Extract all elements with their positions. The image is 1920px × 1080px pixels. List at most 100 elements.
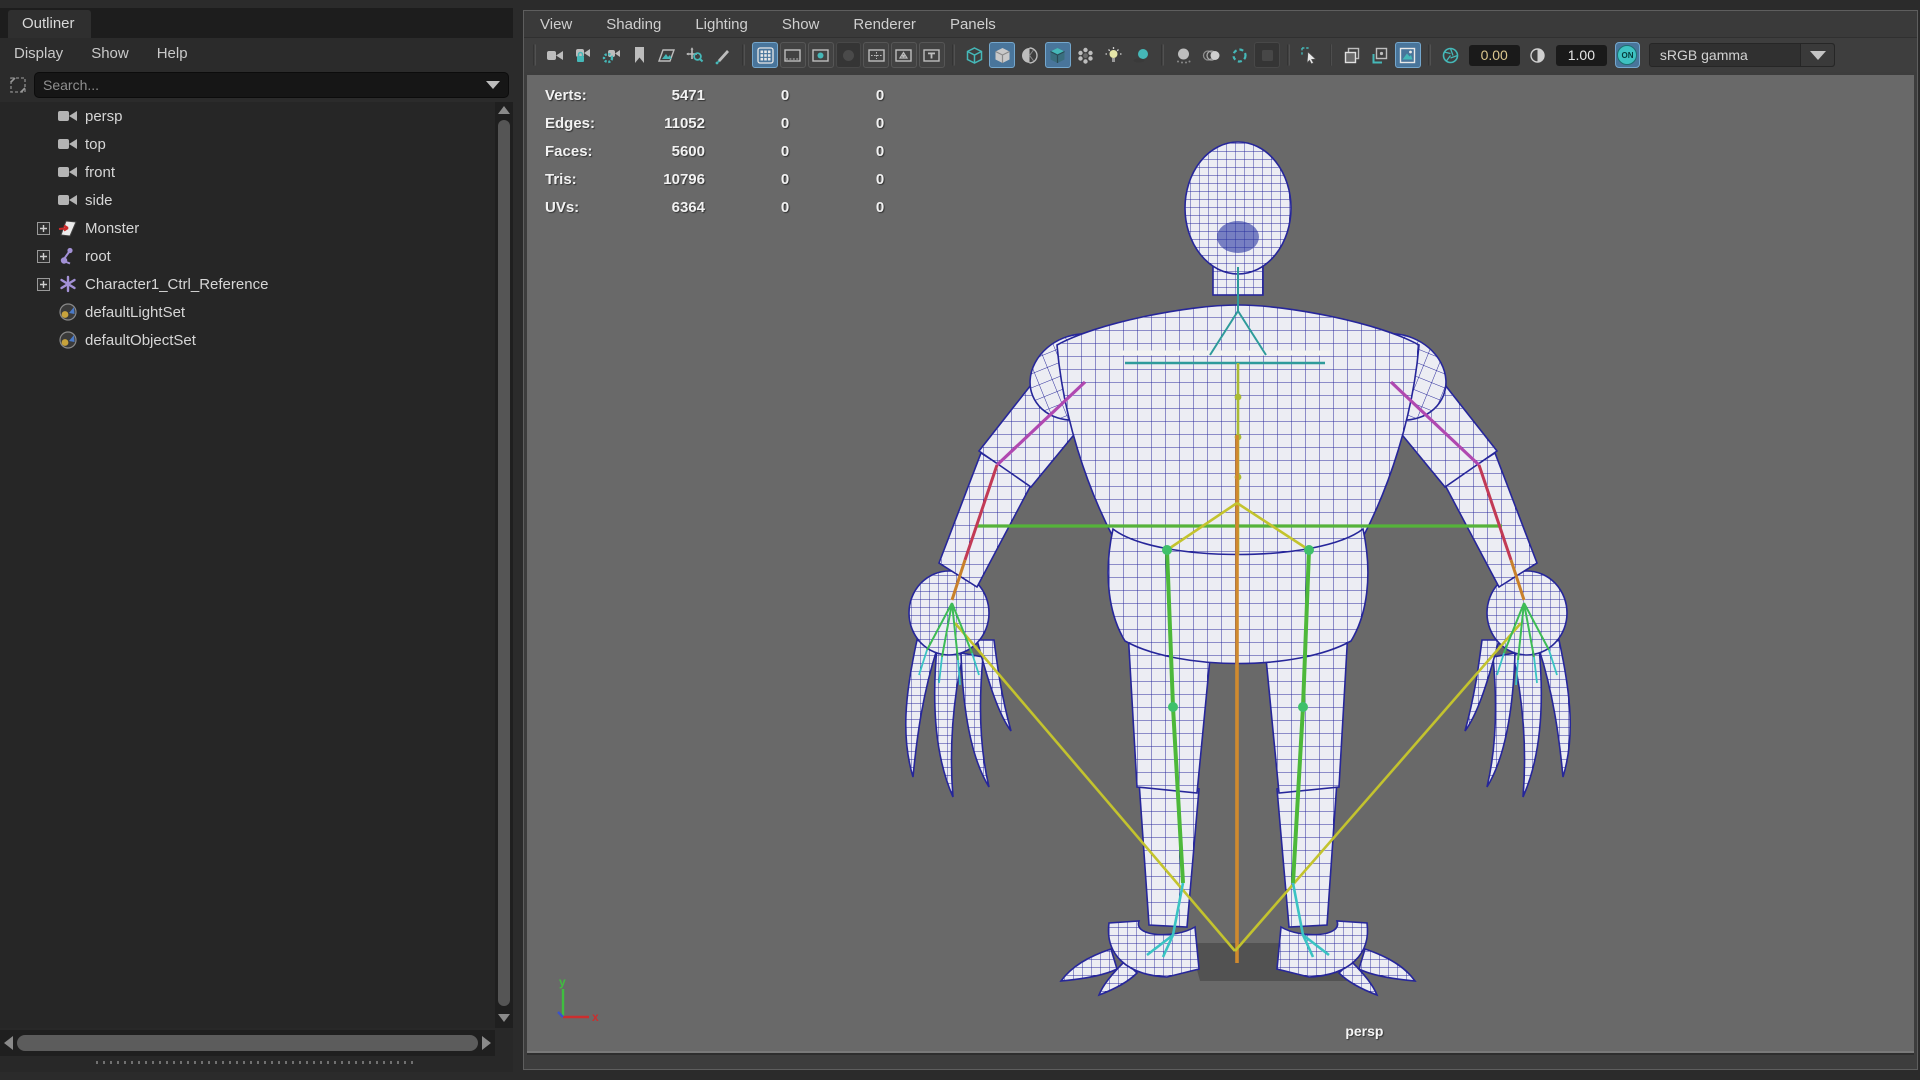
search-input[interactable]: Search... [34, 72, 509, 98]
menu-display[interactable]: Display [14, 45, 63, 62]
gamma-field[interactable]: 1.00 [1555, 44, 1608, 66]
exposure-field[interactable]: 0.00 [1468, 44, 1520, 66]
camera-icon [547, 50, 564, 60]
outliner-item-side[interactable]: side [0, 186, 495, 214]
expand-icon[interactable] [37, 249, 50, 263]
menu-show[interactable]: Show [91, 45, 129, 62]
menu-show[interactable]: Show [782, 16, 820, 33]
safe-title-button[interactable] [918, 42, 945, 68]
monster-model[interactable] [857, 135, 1602, 1000]
wireframe-button[interactable] [962, 42, 988, 68]
menu-renderer[interactable]: Renderer [853, 16, 916, 33]
menu-view[interactable]: View [540, 16, 572, 33]
camera-attributes-button[interactable] [598, 42, 624, 68]
camera-icon [58, 111, 77, 121]
contrast-button[interactable] [1525, 42, 1551, 68]
grid-button[interactable] [752, 42, 778, 68]
item-label: persp [85, 107, 123, 125]
lighting-button[interactable] [1100, 42, 1126, 68]
isolate-select-button[interactable] [1339, 42, 1365, 68]
scroll-left-icon[interactable] [4, 1036, 13, 1050]
wireframe-on-shaded-button[interactable] [1017, 42, 1043, 68]
search-options-arrow-icon[interactable] [486, 81, 500, 89]
expand-icon[interactable] [37, 277, 50, 291]
pan-zoom-button[interactable] [682, 42, 708, 68]
outliner-item-defaultlightset[interactable]: defaultLightSet [0, 298, 495, 326]
isolate-selected-button[interactable] [1367, 42, 1393, 68]
field-chart-icon [868, 48, 885, 62]
occlusion-button[interactable] [1171, 42, 1197, 68]
shaded-button[interactable] [989, 42, 1016, 68]
outliner-item-character1-ctrl-reference[interactable]: Character1_Ctrl_Reference [0, 270, 495, 298]
item-label: defaultObjectSet [85, 331, 196, 349]
outliner-vertical-scrollbar[interactable] [495, 102, 513, 1028]
color-profile-dropdown[interactable]: sRGB gamma [1648, 43, 1835, 67]
anti-aliasing-button[interactable] [1226, 42, 1252, 68]
select-arrow-icon [1301, 46, 1317, 64]
textured-button[interactable] [1044, 42, 1071, 68]
motion-blur-button[interactable] [1199, 42, 1225, 68]
object-set-icon [59, 331, 77, 349]
viewport-canvas[interactable]: Verts: 5471 00 Edges: 11052 00 Faces: 5600 … [527, 75, 1914, 1055]
panel-dot-icon [1372, 47, 1387, 63]
viewport-panel: View Shading Lighting Show Renderer Pane… [523, 10, 1918, 1070]
horizontal-scroll-thumb[interactable] [17, 1035, 478, 1051]
panel-resize-handle[interactable] [96, 1061, 416, 1064]
outliner-tab[interactable]: Outliner [8, 10, 91, 38]
lock-camera-button[interactable] [571, 42, 597, 68]
hud-row-uvs: UVs: 6364 00 [545, 198, 885, 216]
scroll-right-icon[interactable] [482, 1036, 491, 1050]
dropdown-arrow-icon[interactable] [1800, 44, 1834, 66]
outliner-item-persp[interactable]: persp [0, 102, 495, 130]
aperture-icon [1442, 47, 1459, 63]
outliner-item-front[interactable]: front [0, 158, 495, 186]
wireframe-cube-icon [966, 46, 983, 64]
gate-mask-button[interactable] [835, 42, 862, 68]
scroll-down-icon[interactable] [498, 1014, 510, 1022]
viewport-select-button[interactable] [1297, 42, 1323, 68]
filter-icon[interactable] [8, 75, 28, 95]
menu-lighting[interactable]: Lighting [695, 16, 748, 33]
image-plane-button[interactable] [654, 42, 680, 68]
outliner-item-top[interactable]: top [0, 130, 495, 158]
expand-icon[interactable] [37, 221, 50, 235]
camera-lock-icon [576, 48, 591, 62]
image-plane-icon [658, 48, 676, 62]
menu-shading[interactable]: Shading [606, 16, 661, 33]
shaded-cube-icon [994, 47, 1010, 63]
character-set-icon [60, 275, 76, 293]
vertical-scroll-thumb[interactable] [498, 120, 510, 1006]
shadows-icon [1133, 48, 1148, 62]
outliner-item-root[interactable]: root [0, 242, 495, 270]
poly-count-hud: Verts: 5471 00 Edges: 11052 00 Faces: 5600 … [545, 81, 895, 221]
camera-icon [58, 139, 77, 149]
scroll-up-icon[interactable] [498, 106, 510, 114]
safe-action-button[interactable] [891, 42, 917, 68]
exposure-button[interactable] [1438, 42, 1464, 68]
hud-row-verts: Verts: 5471 00 [545, 86, 885, 104]
use-default-material-button[interactable] [1073, 42, 1099, 68]
contrast-icon [1530, 47, 1545, 63]
depth-of-field-button[interactable] [1254, 42, 1280, 68]
hud-row-edges: Edges: 11052 00 [545, 114, 885, 132]
menu-help[interactable]: Help [157, 45, 188, 62]
field-chart-button[interactable] [863, 42, 890, 68]
color-profile-value: sRGB gamma [1659, 47, 1748, 63]
outliner-item-monster[interactable]: Monster [0, 214, 495, 242]
shadows-button[interactable] [1128, 42, 1154, 68]
bookmarks-button[interactable] [626, 42, 652, 68]
film-gate-button[interactable] [779, 42, 806, 68]
menu-panels[interactable]: Panels [950, 16, 996, 33]
outliner-item-defaultobjectset[interactable]: defaultObjectSet [0, 326, 495, 354]
skeleton-rig [918, 267, 1558, 963]
outliner-horizontal-scrollbar[interactable] [0, 1030, 495, 1056]
canvas-bottom-edge [527, 1051, 1914, 1055]
axis-gizmo: y x [557, 977, 599, 1024]
motion-blur-icon [1202, 49, 1220, 61]
layered-panels-icon [1344, 47, 1360, 63]
resolution-gate-button[interactable] [807, 42, 834, 68]
select-camera-button[interactable] [543, 42, 569, 68]
color-management-toggle[interactable]: ON [1615, 42, 1640, 68]
texture-display-button[interactable] [1395, 42, 1421, 68]
grease-pencil-button[interactable] [710, 42, 736, 68]
